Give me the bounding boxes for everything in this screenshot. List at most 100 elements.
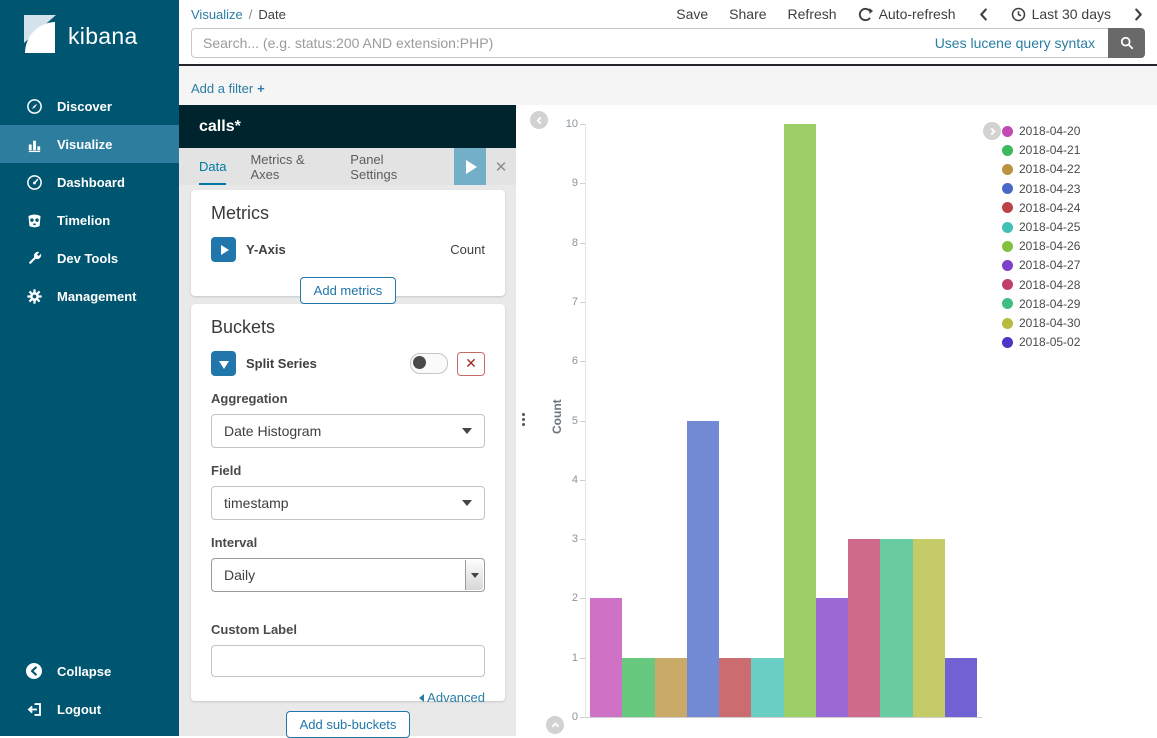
legend-item-2018-04-30[interactable]: 2018-04-30: [1002, 316, 1080, 330]
bar-2018-04-20[interactable]: [590, 598, 622, 717]
red-x-icon: ✕: [465, 355, 477, 371]
sidebar-item-discover[interactable]: Discover: [0, 87, 179, 125]
share-button[interactable]: Share: [729, 6, 766, 22]
sidebar-item-timelion[interactable]: Timelion: [0, 201, 179, 239]
auto-refresh-label: Auto-refresh: [879, 6, 956, 22]
bar-2018-04-27[interactable]: [816, 598, 848, 717]
time-back-button[interactable]: [977, 8, 990, 21]
time-forward-button[interactable]: [1132, 8, 1145, 21]
add-metrics-button[interactable]: Add metrics: [300, 277, 397, 304]
gear-icon: [25, 287, 43, 305]
aggregation-label: Aggregation: [211, 391, 485, 406]
legend-label: 2018-04-26: [1019, 239, 1080, 253]
collapse-circle-icon: [25, 662, 43, 680]
legend-toggle-button[interactable]: [983, 122, 1001, 140]
legend-label: 2018-04-27: [1019, 258, 1080, 272]
y-tick-mark: [580, 124, 585, 125]
legend-item-2018-04-27[interactable]: 2018-04-27: [1002, 258, 1080, 272]
sidebar-item-collapse[interactable]: Collapse: [0, 652, 179, 690]
legend-item-2018-04-29[interactable]: 2018-04-29: [1002, 297, 1080, 311]
legend-label: 2018-04-22: [1019, 162, 1080, 176]
auto-refresh-button[interactable]: Auto-refresh: [858, 6, 956, 22]
bar-2018-04-21[interactable]: [622, 658, 654, 717]
search-button[interactable]: [1108, 28, 1145, 58]
remove-bucket-button[interactable]: ✕: [457, 352, 485, 376]
y-tick-label: 7: [516, 296, 578, 308]
legend-dot: [1002, 222, 1013, 233]
advanced-link[interactable]: Advanced: [419, 690, 485, 705]
legend-item-2018-04-24[interactable]: 2018-04-24: [1002, 201, 1080, 215]
legend-dot: [1002, 241, 1013, 252]
aggregation-select[interactable]: Date Histogram: [211, 414, 485, 448]
visualize-editor: calls* DataMetrics & AxesPanel Settings …: [179, 105, 1157, 736]
interval-select[interactable]: Daily: [211, 558, 485, 592]
bar-chart-icon: [25, 135, 43, 153]
bar-2018-04-25[interactable]: [751, 658, 783, 717]
bar-2018-04-24[interactable]: [719, 658, 751, 717]
split-series-collapse-button[interactable]: [211, 351, 236, 376]
y-tick-mark: [580, 183, 585, 184]
split-series-label: Split Series: [246, 356, 317, 371]
legend-item-2018-04-23[interactable]: 2018-04-23: [1002, 182, 1080, 196]
chart-area: Count 012345678910 2018-04-202018-04-212…: [516, 105, 1157, 736]
field-select[interactable]: timestamp: [211, 486, 485, 520]
legend-label: 2018-04-24: [1019, 201, 1080, 215]
legend-item-2018-04-26[interactable]: 2018-04-26: [1002, 239, 1080, 253]
add-filter-link[interactable]: Add a filter: [191, 81, 253, 96]
bar-2018-04-23[interactable]: [687, 421, 719, 718]
vis-title-bar: calls*: [179, 105, 516, 148]
legend-item-2018-04-25[interactable]: 2018-04-25: [1002, 220, 1080, 234]
topbar-actions: Save Share Refresh Auto-refresh: [676, 6, 1145, 22]
y-tick-mark: [580, 598, 585, 599]
custom-label-input[interactable]: [211, 645, 485, 677]
chevron-down-icon: [462, 500, 472, 506]
sidebar-item-label: Visualize: [57, 137, 112, 152]
legend-dot: [1002, 279, 1013, 290]
bar-2018-04-28[interactable]: [848, 539, 880, 717]
sidebar-item-dashboard[interactable]: Dashboard: [0, 163, 179, 201]
kibana-logo[interactable]: kibana: [0, 0, 179, 73]
timelion-face-icon: [25, 211, 43, 229]
breadcrumb-separator: /: [249, 7, 253, 22]
discard-changes-button[interactable]: ✕: [486, 148, 516, 185]
close-icon: ✕: [495, 158, 508, 176]
legend-dot: [1002, 260, 1013, 271]
y-axis-expand-button[interactable]: [211, 237, 236, 262]
sidebar-item-management[interactable]: Management: [0, 277, 179, 315]
breadcrumb-row: Visualize/Date SaveShareRefresh Auto-ref…: [179, 0, 1157, 28]
bar-2018-04-22[interactable]: [655, 658, 687, 717]
legend-item-2018-04-21[interactable]: 2018-04-21: [1002, 143, 1080, 157]
logout-door-icon: [25, 700, 43, 718]
apply-changes-button[interactable]: [454, 148, 486, 185]
sidebar-item-logout[interactable]: Logout: [0, 690, 179, 728]
legend-item-2018-04-20[interactable]: 2018-04-20: [1002, 124, 1080, 138]
tab-metrics-axes[interactable]: Metrics & Axes: [250, 148, 326, 185]
save-button[interactable]: Save: [676, 6, 708, 22]
legend-item-2018-05-02[interactable]: 2018-05-02: [1002, 335, 1080, 349]
legend-dot: [1002, 202, 1013, 213]
kibana-logo-icon: [23, 14, 57, 59]
add-sub-buckets-button[interactable]: Add sub-buckets: [286, 711, 411, 738]
sidebar-nav: Discover Visualize DashboardTimelion Dev To…: [0, 87, 179, 315]
time-picker-button[interactable]: Last 30 days: [1011, 6, 1111, 22]
bar-2018-05-02[interactable]: [945, 658, 977, 717]
y-tick-mark: [580, 421, 585, 422]
bar-2018-04-29[interactable]: [880, 539, 912, 717]
legend-dot: [1002, 145, 1013, 156]
enable-toggle[interactable]: [410, 353, 448, 374]
lucene-syntax-link[interactable]: Uses lucene query syntax: [935, 35, 1095, 51]
legend-item-2018-04-22[interactable]: 2018-04-22: [1002, 162, 1080, 176]
tab-panel-settings[interactable]: Panel Settings: [350, 148, 424, 185]
legend-item-2018-04-28[interactable]: 2018-04-28: [1002, 278, 1080, 292]
sidebar-item-visualize[interactable]: Visualize: [0, 125, 179, 163]
legend-label: 2018-04-20: [1019, 124, 1080, 138]
y-axis-row: Y-Axis Count: [211, 237, 485, 262]
legend-dot: [1002, 298, 1013, 309]
sidebar-item-dev-tools[interactable]: Dev Tools: [0, 239, 179, 277]
sidebar-item-label: Dev Tools: [57, 251, 118, 266]
refresh-button[interactable]: Refresh: [788, 6, 837, 22]
breadcrumb-section-link[interactable]: Visualize: [191, 7, 243, 22]
tab-data[interactable]: Data: [199, 148, 226, 185]
bar-2018-04-26[interactable]: [784, 124, 816, 717]
bar-2018-04-30[interactable]: [913, 539, 945, 717]
